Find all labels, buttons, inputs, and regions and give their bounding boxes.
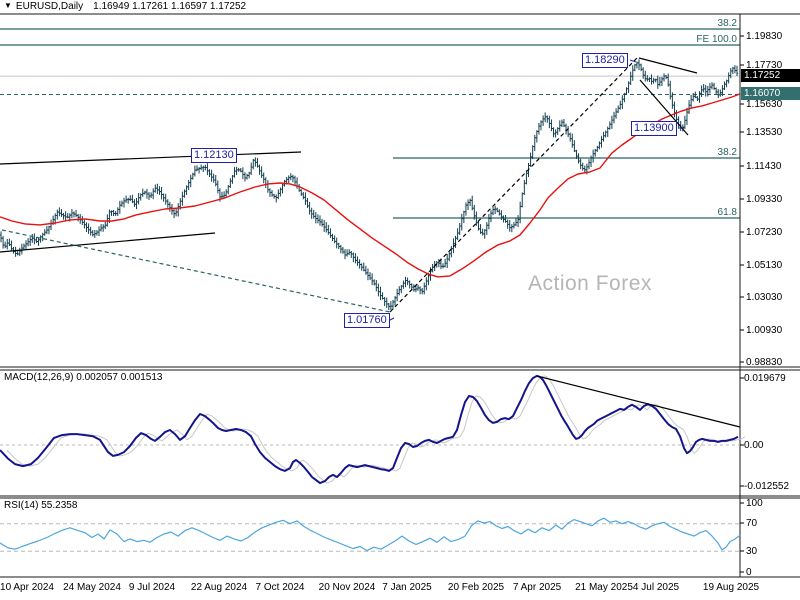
- trading-chart-window: 38.2FE 100.038.261.81.198301.177301.1563…: [0, 0, 800, 600]
- rsi-label: RSI(14): [4, 500, 39, 511]
- price-annotation-1.12130[interactable]: 1.12130: [191, 148, 237, 163]
- price-annotation-1.13900[interactable]: 1.13900: [631, 121, 677, 136]
- macd-panel-area[interactable]: [0, 370, 740, 496]
- price-annotation-1.01760[interactable]: 1.01760: [344, 313, 390, 328]
- symbol-period-label: EURUSD,Daily: [15, 1, 84, 12]
- macd-label: MACD(12,26,9): [4, 372, 74, 383]
- ohlc-values: 1.16949 1.17261 1.16597 1.17252: [93, 1, 247, 12]
- level-price-box: 1.16070: [741, 87, 800, 100]
- current-price-box: 1.17252: [741, 69, 800, 82]
- time-scale-area[interactable]: [0, 577, 800, 600]
- symbol-dropdown-icon[interactable]: ▼: [4, 1, 12, 10]
- rsi-panel-area[interactable]: [0, 498, 740, 577]
- chart-title-bar: ▼ EURUSD,Daily 1.16949 1.17261 1.16597 1.1…: [4, 1, 246, 13]
- chart-canvas[interactable]: 38.2FE 100.038.261.81.198301.177301.1563…: [0, 0, 800, 600]
- macd-indicator-header: MACD(12,26,9) 0.002057 0.001513: [4, 372, 162, 383]
- rsi-value: 55.2358: [41, 500, 78, 511]
- watermark: Action Forex: [528, 272, 652, 295]
- macd-values: 0.002057 0.001513: [76, 372, 163, 383]
- price-annotation-1.18290[interactable]: 1.18290: [582, 53, 628, 68]
- rsi-indicator-header: RSI(14) 55.2358: [4, 500, 77, 511]
